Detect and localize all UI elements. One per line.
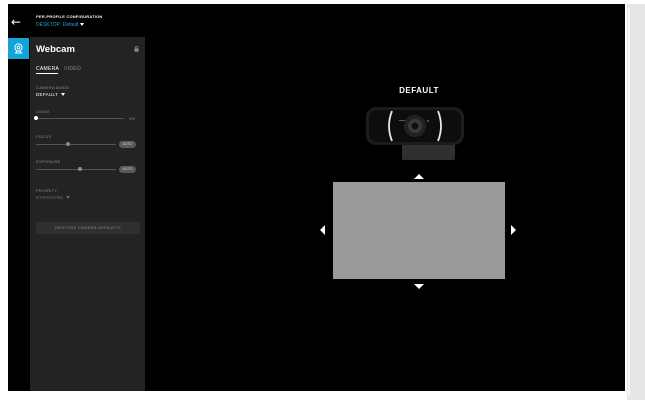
profile-selector[interactable]: DESKTOP: Default (36, 22, 85, 28)
webcam-image (366, 107, 464, 160)
focus-slider-track[interactable] (36, 144, 116, 145)
app-window: ← PER-PROFILE CONFIGURATION DESKTOP: Def… (8, 4, 625, 391)
profile-config-title: PER-PROFILE CONFIGURATION (36, 14, 103, 19)
focus-slider-thumb[interactable] (66, 142, 70, 146)
arrow-up-icon[interactable] (414, 174, 424, 179)
caret-down-icon (66, 196, 71, 200)
back-arrow-icon[interactable]: ← (11, 15, 25, 29)
camera-mode-value: DEFAULT (36, 92, 59, 97)
priority-dropdown[interactable]: EXPOSURE (36, 195, 71, 200)
arrow-down-icon[interactable] (414, 284, 424, 289)
caret-down-icon (61, 93, 66, 97)
zoom-slider-track[interactable] (36, 118, 124, 119)
arrow-left-icon[interactable] (320, 225, 325, 235)
exposure-auto-toggle[interactable]: AUTO (119, 166, 136, 173)
camera-mode-label: CAMERA MODE (36, 85, 70, 90)
restore-defaults-button[interactable]: RESTORE CAMERA DEFAULTS (36, 222, 140, 234)
priority-label: PRIORITY (36, 188, 58, 193)
focus-label: FOCUS (36, 134, 52, 139)
camera-preview (333, 182, 505, 279)
panel-title: Webcam (36, 44, 75, 55)
focus-auto-toggle[interactable]: AUTO (119, 141, 136, 148)
caret-down-icon (80, 23, 85, 27)
zoom-slider-thumb[interactable] (34, 116, 38, 120)
settings-panel: Webcam CAMERA VIDEO CAMERA MODE DEFAULT … (30, 37, 145, 391)
webcam-device-icon (14, 43, 23, 54)
camera-mode-dropdown[interactable]: DEFAULT (36, 92, 66, 97)
zoom-label: ZOOM (36, 109, 50, 114)
tab-camera[interactable]: CAMERA (36, 66, 59, 72)
device-tile-webcam[interactable] (8, 38, 29, 59)
exposure-slider-thumb[interactable] (78, 167, 82, 171)
arrow-right-icon[interactable] (511, 225, 516, 235)
priority-value: EXPOSURE (36, 195, 64, 200)
exposure-slider-track[interactable] (36, 169, 116, 170)
zoom-value: 0% (129, 116, 135, 121)
preview-title: DEFAULT (399, 86, 439, 95)
exposure-label: EXPOSURE (36, 159, 61, 164)
scrollbar-thumb[interactable] (628, 7, 630, 397)
lock-icon[interactable] (134, 46, 139, 52)
tab-active-indicator (36, 73, 58, 74)
tab-video[interactable]: VIDEO (64, 66, 81, 72)
profile-selector-label: DESKTOP: Default (36, 22, 79, 28)
